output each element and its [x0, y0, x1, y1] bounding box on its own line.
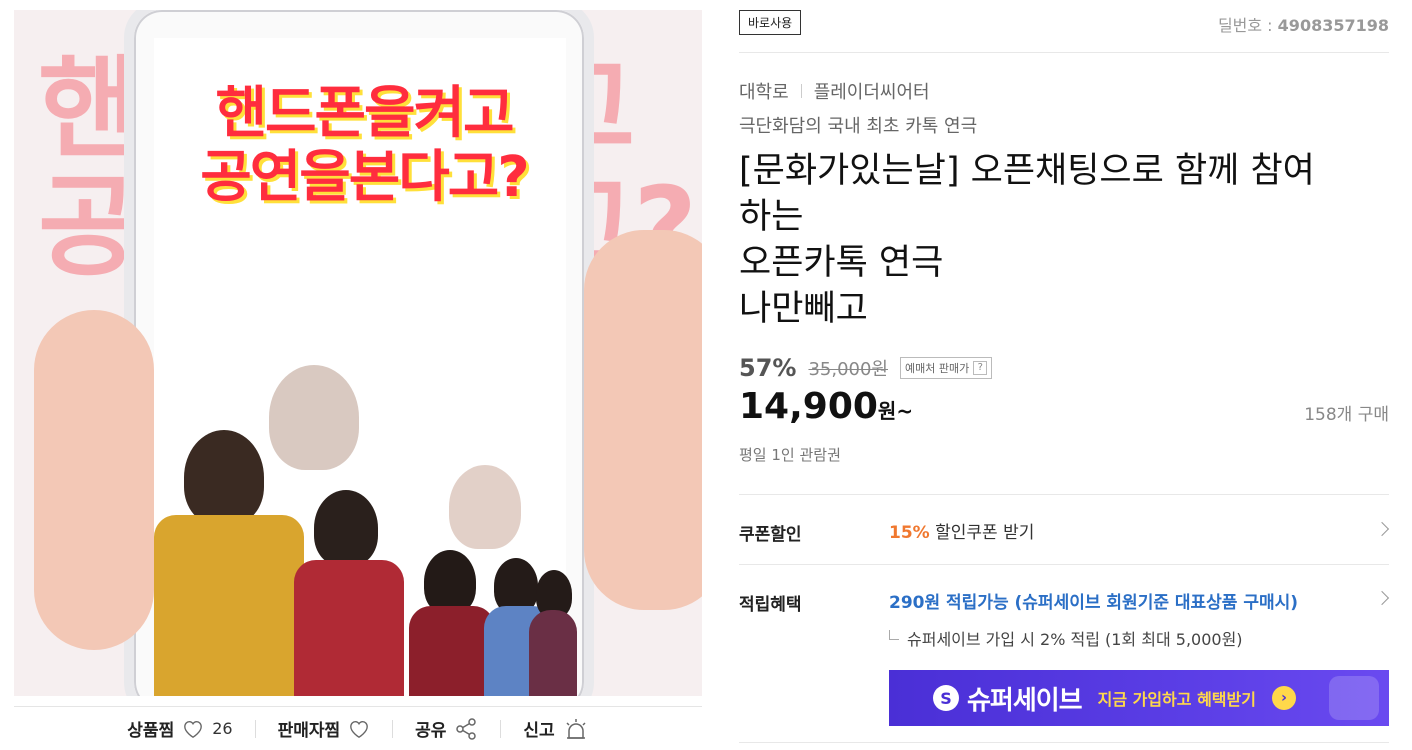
product-subtitle: 극단화담의 국내 최초 카톡 연극 — [739, 116, 978, 137]
actor-figure — [269, 365, 359, 470]
hand-right — [584, 230, 702, 610]
divider — [739, 742, 1389, 743]
points-label: 적립혜택 — [739, 595, 802, 615]
wishlist-label: 상품찜 — [127, 721, 175, 741]
product-image: 핸드폰을켜고 공연을본다고? 핸드폰을켜고 공연을본다고? — [14, 10, 702, 696]
purchase-count: 158개 구매 — [1304, 405, 1389, 425]
share-icon — [456, 717, 477, 740]
supersave-banner[interactable]: S 슈퍼세이브 지금 가입하고 혜택받기 › — [889, 670, 1389, 726]
coupon-label: 쿠폰할인 — [739, 525, 802, 545]
supersave-logo-icon: S — [933, 685, 959, 711]
siren-icon — [566, 718, 586, 739]
banner-brand: 슈퍼세이브 — [967, 685, 1083, 716]
price-source-tag: 예매처 판매가 ? — [900, 357, 993, 379]
sub-item-elbow-icon — [889, 630, 899, 640]
arrow-right-icon: › — [1271, 686, 1296, 710]
divider — [800, 84, 802, 98]
actor-figure — [529, 610, 577, 696]
actor-figure — [184, 430, 264, 525]
share-button[interactable]: 공유 — [393, 716, 500, 741]
actor-figure — [314, 490, 378, 566]
report-label: 신고 — [523, 721, 555, 741]
wishlist-count: 26 — [212, 719, 233, 738]
chevron-right-icon[interactable] — [1374, 590, 1390, 606]
banner-cta: 지금 가입하고 혜택받기 — [1097, 690, 1256, 709]
poster-headline: 핸드폰을켜고 공연을본다고? — [200, 81, 530, 210]
banner-decoration — [1329, 676, 1379, 720]
seller-wishlist-label: 판매자찜 — [277, 721, 341, 741]
deal-number: 딜번호 : 4908357198 — [1217, 16, 1389, 35]
divider — [739, 52, 1389, 53]
points-sub-note: 슈퍼세이브 가입 시 2% 적립 (1회 최대 5,000원) — [889, 626, 1243, 650]
divider — [739, 564, 1389, 565]
wishlist-button[interactable]: 상품찜 26 — [105, 716, 254, 741]
actor-figure — [449, 465, 521, 549]
instant-use-badge: 바로사용 — [739, 10, 802, 35]
actor-figure — [154, 515, 304, 696]
original-price: 35,000원 — [808, 359, 888, 380]
discount-rate: 57% — [739, 354, 797, 382]
price-note: 평일 1인 관람권 — [739, 446, 841, 464]
seller-wishlist-button[interactable]: 판매자찜 — [256, 716, 393, 741]
actor-figure — [424, 550, 476, 614]
breadcrumb: 대학로 플레이더씨어터 — [739, 78, 930, 104]
sale-price: 14,900원~ — [739, 386, 914, 427]
help-icon[interactable]: ? — [973, 361, 988, 375]
points-benefit-link[interactable]: 290원 적립가능 (슈퍼세이브 회원기준 대표상품 구매시) — [889, 588, 1298, 613]
breadcrumb-venue[interactable]: 플레이더씨어터 — [814, 78, 930, 104]
actor-figure — [294, 560, 404, 696]
actor-figure — [409, 606, 495, 696]
product-action-bar: 상품찜 26 판매자찜 공유 신고 — [14, 706, 702, 750]
report-button[interactable]: 신고 — [501, 716, 610, 741]
chevron-right-icon[interactable] — [1374, 521, 1390, 537]
share-label: 공유 — [415, 721, 447, 741]
hand-left — [34, 310, 154, 650]
product-info-panel: 바로사용 딜번호 : 4908357198 대학로 플레이더씨어터 극단화담의 … — [739, 0, 1390, 750]
heart-icon — [350, 720, 369, 738]
coupon-link[interactable]: 15% 할인쿠폰 받기 — [889, 518, 1034, 543]
price-discount-row: 57% 35,000원 예매처 판매가 ? — [739, 354, 993, 382]
divider — [739, 494, 1389, 495]
product-title: [문화가있는날] 오픈채팅으로 함께 참여 하는 오픈카톡 연극 나만빼고 — [739, 151, 1315, 329]
breadcrumb-category[interactable]: 대학로 — [739, 78, 789, 104]
heart-icon — [184, 720, 203, 738]
